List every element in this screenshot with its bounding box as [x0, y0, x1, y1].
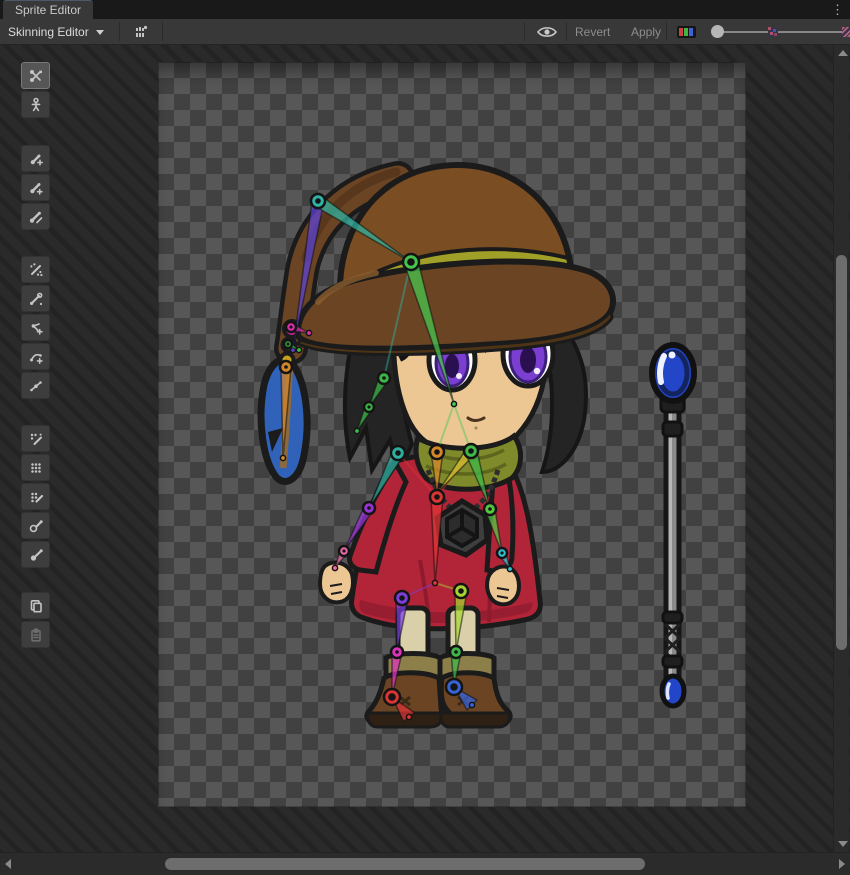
tab-title: Sprite Editor: [15, 3, 81, 17]
scroll-up-arrow[interactable]: [838, 50, 848, 56]
workspace: [0, 45, 850, 875]
scroll-right-arrow[interactable]: [839, 859, 845, 869]
eye-icon: [537, 26, 557, 38]
mip-slider-track[interactable]: [712, 31, 848, 33]
tool-sprite-influence-button[interactable]: [21, 541, 50, 568]
sprite-canvas[interactable]: [158, 62, 746, 807]
visibility-toggle-button[interactable]: [531, 19, 563, 44]
sprite-sheet-icon: [133, 25, 149, 39]
tool-auto-weights-button[interactable]: [21, 425, 50, 452]
horizontal-scrollbar[interactable]: [0, 852, 850, 875]
sprite-editor-window: Sprite Editor ⋮ Skinning Editor: [0, 0, 850, 875]
color-mode-button[interactable]: [672, 19, 700, 44]
magic-staff: [652, 345, 694, 706]
toolbar: Skinning Editor Revert: [0, 19, 850, 45]
vertical-scrollbar[interactable]: [833, 45, 849, 852]
apply-label: Apply: [631, 25, 661, 39]
tool-bone-influence-button[interactable]: [21, 512, 50, 539]
tab-strip: Sprite Editor ⋮: [0, 0, 850, 19]
mip-slider: [706, 19, 850, 44]
tab-sprite-editor[interactable]: Sprite Editor: [3, 0, 93, 19]
tool-paste-button[interactable]: [21, 621, 50, 648]
separator: [524, 22, 525, 41]
mip-slider-thumb[interactable]: [711, 25, 724, 38]
tool-create-bone-button[interactable]: [21, 174, 50, 201]
horizontal-scrollbar-thumb[interactable]: [165, 858, 645, 870]
scroll-left-arrow[interactable]: [5, 859, 11, 869]
revert-button[interactable]: Revert: [571, 19, 614, 44]
tool-restore-bind-pose-button[interactable]: [21, 91, 50, 118]
revert-label: Revert: [575, 25, 610, 39]
texture-mip-icon: [842, 27, 850, 37]
rgb-swatch-icon: [677, 26, 696, 38]
skinning-editor-dropdown[interactable]: Skinning Editor: [2, 19, 110, 44]
vertical-scrollbar-thumb[interactable]: [836, 255, 847, 650]
sprite-sheet-icon-button[interactable]: [124, 19, 158, 44]
chevron-down-icon: [96, 30, 104, 35]
tool-split-bone-button[interactable]: [21, 203, 50, 230]
tool-split-edge-button[interactable]: [21, 372, 50, 399]
tool-edit-joints-button[interactable]: [21, 145, 50, 172]
kebab-menu-icon[interactable]: ⋮: [831, 1, 844, 18]
tool-preview-pose-button[interactable]: [21, 62, 50, 89]
tool-weight-brush-button[interactable]: [21, 483, 50, 510]
texture-detail-icon: [768, 27, 778, 37]
separator: [566, 22, 567, 41]
separator: [119, 22, 120, 41]
tool-auto-geometry-button[interactable]: [21, 256, 50, 283]
separator: [162, 22, 163, 41]
scroll-down-arrow[interactable]: [838, 841, 848, 847]
tool-create-vertex-button[interactable]: [21, 314, 50, 341]
separator: [666, 22, 667, 41]
tool-copy-button[interactable]: [21, 592, 50, 619]
tool-create-edge-button[interactable]: [21, 343, 50, 370]
apply-button[interactable]: Apply: [627, 19, 665, 44]
mode-label: Skinning Editor: [8, 25, 89, 39]
tool-edit-geometry-button[interactable]: [21, 285, 50, 312]
character-sprite: [158, 62, 746, 807]
tool-weight-slider-button[interactable]: [21, 454, 50, 481]
